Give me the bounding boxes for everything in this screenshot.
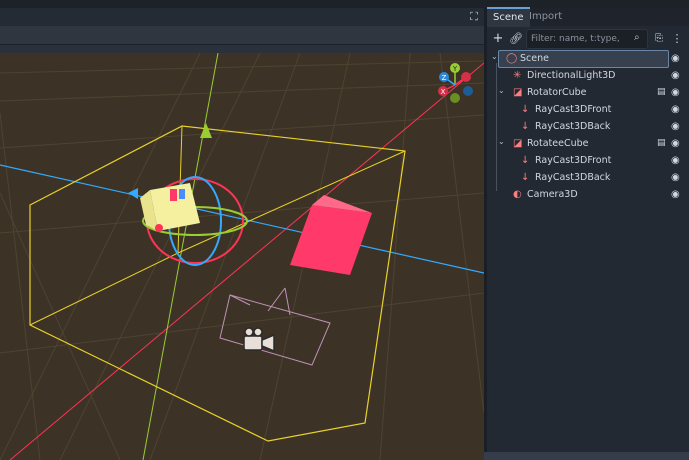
visibility-eye-icon[interactable]: ◉ <box>671 186 680 203</box>
tree-row[interactable]: ◐ Camera3D ◉ <box>487 186 689 203</box>
viewport-toolbar: ⛶ <box>0 8 484 26</box>
gizmo-x-label: X <box>441 88 446 96</box>
light-icon: ✳ <box>513 70 522 81</box>
tree-row-label: DirectionalLight3D <box>527 70 616 81</box>
raycast-icon: ↓ <box>521 155 530 166</box>
raycast-icon: ↓ <box>521 172 530 183</box>
filter-box: ⌕ <box>526 29 648 49</box>
mesh-icon: ◪ <box>513 138 523 149</box>
script-filter-icon[interactable]: ⎘ <box>651 31 667 47</box>
camera-icon[interactable] <box>243 327 275 353</box>
script-icon[interactable]: ▤ <box>657 84 666 101</box>
visibility-eye-icon[interactable]: ◉ <box>671 67 680 84</box>
tree-row[interactable]: ⌄ ◪ RotateeCube ▤ ◉ <box>487 135 689 152</box>
tree-row[interactable]: ↓ RayCast3DBack ◉ <box>487 169 689 186</box>
tree-row-label: Scene <box>520 53 549 64</box>
gizmo-z-label: Z <box>442 74 447 82</box>
tree-row-label: RotatorCube <box>527 87 587 98</box>
visibility-eye-icon[interactable]: ◉ <box>671 84 680 101</box>
visibility-eye-icon[interactable]: ◉ <box>671 135 680 152</box>
chevron-down-icon[interactable]: ⌄ <box>491 48 498 65</box>
tree-row[interactable]: ↓ RayCast3DFront ◉ <box>487 152 689 169</box>
scene-dock: Scene Import + 🔗︎ ⌕ ⎘ ⋮ ⌄ ◯Scene ◉ ✳ Directi… <box>487 7 689 452</box>
camera-frustum <box>219 287 331 366</box>
tree-row-label: RayCast3DBack <box>535 121 611 132</box>
visibility-eye-icon[interactable]: ◉ <box>671 101 680 118</box>
tab-import[interactable]: Import <box>523 8 568 26</box>
tree-row-label: RotateeCube <box>527 138 589 149</box>
tree-row-label: RayCast3DFront <box>535 104 612 115</box>
mesh-icon: ◪ <box>513 87 523 98</box>
x-axis-line <box>9 62 484 460</box>
x-axis-handle[interactable] <box>155 224 163 232</box>
rotator-cube[interactable] <box>140 183 200 231</box>
visibility-eye-icon[interactable]: ◉ <box>671 152 680 169</box>
add-node-icon[interactable]: + <box>490 31 506 47</box>
tree-row[interactable]: ↓ RayCast3DBack ◉ <box>487 118 689 135</box>
link-icon[interactable]: 🔗︎ <box>508 31 524 47</box>
chevron-down-icon[interactable]: ⌄ <box>498 82 505 99</box>
filter-input[interactable] <box>531 30 623 48</box>
visibility-eye-icon[interactable]: ◉ <box>671 118 680 135</box>
gizmo-y-label: Y <box>452 65 458 73</box>
tree-row-label: Camera3D <box>527 189 578 200</box>
dock-tab-bar: Scene Import <box>487 7 689 27</box>
tree-row[interactable]: ↓ RayCast3DFront ◉ <box>487 101 689 118</box>
3d-viewport[interactable]: Y Z X <box>0 53 484 460</box>
script-icon[interactable]: ▤ <box>657 135 666 152</box>
more-icon[interactable]: ⋮ <box>669 31 685 47</box>
chevron-down-icon[interactable]: ⌄ <box>498 133 505 150</box>
visibility-eye-icon[interactable]: ◉ <box>671 169 680 186</box>
tree-row-label: RayCast3DFront <box>535 155 612 166</box>
scene-toolbar: + 🔗︎ ⌕ ⎘ ⋮ <box>487 28 689 50</box>
viewport-subbar <box>0 26 484 45</box>
y-axis-arrow[interactable] <box>200 123 212 138</box>
tree-row[interactable]: ✳ DirectionalLight3D ◉ <box>487 67 689 84</box>
camera-icon: ◐ <box>513 189 522 200</box>
visibility-eye-icon[interactable]: ◉ <box>671 50 680 67</box>
fullscreen-icon[interactable]: ⛶ <box>467 10 481 24</box>
tree-row[interactable]: ⌄ ◯ Scene ◉ <box>487 48 689 68</box>
viewport-canvas[interactable]: Y Z X <box>0 53 484 460</box>
search-icon: ⌕ <box>634 32 640 43</box>
viewport-panel: ⛶ Y Z X <box>0 8 484 460</box>
raycast-icon: ↓ <box>521 121 530 132</box>
node3d-icon: ◯ <box>506 53 518 64</box>
editor-top-bar <box>0 0 689 8</box>
raycast-icon: ↓ <box>521 104 530 115</box>
tree-row-label: RayCast3DBack <box>535 172 611 183</box>
tree-row[interactable]: ⌄ ◪ RotatorCube ▤ ◉ <box>487 84 689 101</box>
